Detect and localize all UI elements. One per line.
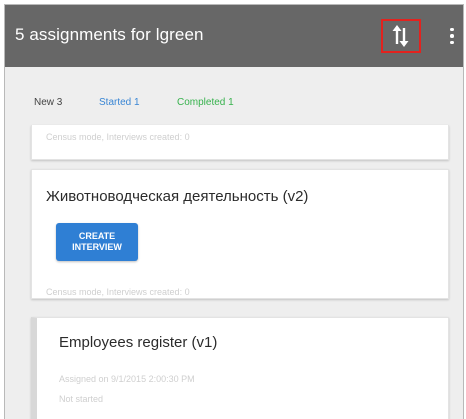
button-label-line1: CREATE (78, 231, 116, 241)
create-interview-button[interactable]: CREATE INTERVIEW (56, 223, 138, 261)
sync-arrows-icon (392, 25, 409, 47)
menu-dot (450, 27, 454, 32)
card-title: Животноводческая деятельность (v2) (46, 188, 309, 205)
card-meta: Census mode, Interviews created: 0 (46, 132, 190, 142)
page-title: 5 assignments for lgreen (15, 25, 204, 44)
menu-dot (450, 40, 454, 45)
card-meta: Census mode, Interviews created: 0 (46, 287, 190, 297)
assignment-card[interactable]: Census mode, Interviews created: 0 (31, 125, 449, 160)
tab-completed[interactable]: Completed 1 (177, 97, 234, 108)
assignment-card[interactable]: Животноводческая деятельность (v2) CREAT… (31, 169, 449, 299)
sync-button[interactable] (381, 19, 421, 53)
tab-started[interactable]: Started 1 (99, 97, 140, 108)
assigned-date: Assigned on 9/1/2015 2:00:30 PM (59, 374, 195, 384)
tab-new[interactable]: New 3 (34, 97, 62, 108)
app-bar: 5 assignments for lgreen (5, 5, 463, 67)
card-title: Employees register (v1) (59, 334, 218, 351)
assignment-card[interactable]: Employees register (v1) Assigned on 9/1/… (31, 317, 449, 419)
menu-dot (450, 34, 454, 38)
button-label-line2: INTERVIEW (72, 242, 122, 252)
more-vert-icon[interactable] (445, 22, 459, 50)
status-text: Not started (59, 394, 104, 404)
app-window: 5 assignments for lgreen New 3 Started 1… (4, 4, 464, 419)
